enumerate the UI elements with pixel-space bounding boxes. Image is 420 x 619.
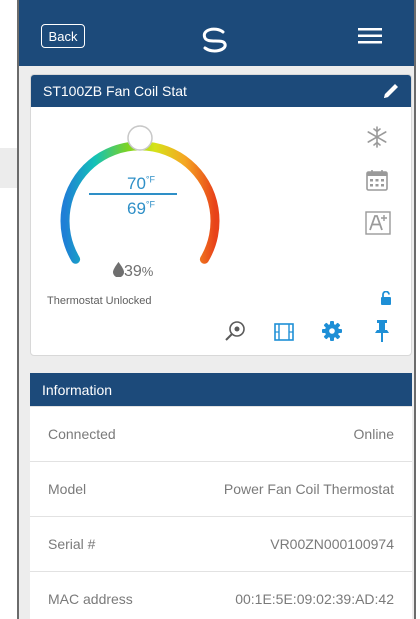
edit-pencil-icon[interactable] [381,81,401,101]
brand-swirl-logo [202,27,227,53]
font-size-icon[interactable] [365,211,391,235]
back-button[interactable]: Back [41,24,85,48]
pin-icon[interactable] [374,320,390,342]
info-value: VR00ZN000100974 [270,536,394,552]
info-label: Model [48,481,87,497]
calendar-icon[interactable] [366,169,388,191]
info-row-mac-address: MAC address 00:1E:5E:09:02:39:AD:42 [30,571,412,619]
hamburger-menu-icon[interactable] [358,28,382,44]
info-value: 00:1E:5E:09:02:39:AD:42 [235,591,394,607]
device-title: ST100ZB Fan Coil Stat [43,83,187,99]
current-temperature: 69°F [126,199,156,218]
info-row-connected: Connected Online [30,406,412,461]
humidity-readout: 39% [113,262,153,281]
app-frame: Back ST100ZB Fan Coil Stat 70°F 69°F 39%… [17,0,416,619]
view-icon[interactable] [224,320,246,342]
film-icon[interactable] [274,323,294,341]
info-label: Serial # [48,536,96,552]
padlock-unlocked-icon[interactable] [380,291,392,305]
information-header: Information [30,373,412,406]
lock-status-text: Thermostat Unlocked [47,295,152,307]
page-background-strip [0,148,18,188]
snowflake-icon[interactable] [365,125,389,149]
settings-gear-icon[interactable] [322,321,342,341]
information-title: Information [42,382,113,398]
setpoint-temperature: 70°F [126,174,156,193]
app-header: Back [19,0,414,66]
info-row-serial: Serial # VR00ZN000100974 [30,516,412,571]
info-value: Power Fan Coil Thermostat [223,481,394,497]
setpoint-handle[interactable] [127,125,153,151]
info-label: MAC address [48,591,133,607]
temperature-divider [89,193,177,195]
info-row-model: Model Power Fan Coil Thermostat [30,461,412,516]
info-value: Online [353,426,394,442]
information-panel: Information Connected Online Model Power… [30,373,412,619]
thermostat-card: ST100ZB Fan Coil Stat 70°F 69°F 39% Ther… [30,74,412,356]
thermostat-card-header: ST100ZB Fan Coil Stat [31,75,411,107]
info-label: Connected [48,426,116,442]
humidity-drop-icon [113,262,124,278]
